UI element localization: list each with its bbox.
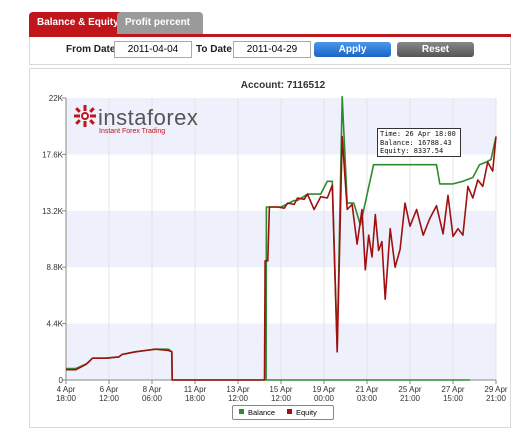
y-tick-label: 13.2K (42, 207, 64, 216)
x-tick-label: 4 Apr 18:00 (56, 385, 77, 403)
logo-tagline: Instant Forex Trading (99, 128, 166, 135)
balance-equity-chart: Account: 7116512 04.4K8.8K13.2K17.6K22K … (42, 80, 508, 403)
legend-swatch-equity (287, 409, 292, 414)
x-axis-ticks: 4 Apr 18:00 6 Apr 12:00 8 Apr 06:00 11 Apr 18:0… (56, 380, 508, 403)
x-tick-label: 19 Apr 00:00 (312, 385, 335, 403)
y-tick-label: 8.8K (47, 263, 64, 272)
tooltip-balance: Balance: 16788.43 (380, 138, 452, 147)
legend-item-balance[interactable]: Balance (239, 408, 275, 418)
instaforex-logo-icon (74, 105, 96, 127)
legend-label-balance: Balance (248, 408, 276, 417)
x-tick-label: 27 Apr 15:00 (441, 385, 464, 403)
x-tick-label: 21 Apr 03:00 (355, 385, 378, 403)
y-tick-label: 22K (49, 94, 64, 103)
tooltip-time: Time: 26 Apr 18:00 (380, 130, 456, 138)
y-tick-label: 4.4K (47, 320, 64, 329)
x-tick-label: 15 Apr 12:00 (269, 385, 292, 403)
tooltip-equity: Equity: 8337.54 (380, 147, 444, 156)
legend-swatch-balance (239, 409, 244, 414)
chart-tooltip: Time: 26 Apr 18:00 Balance: 16788.43 Equ… (377, 128, 461, 157)
legend-label-equity: Equity (296, 408, 317, 417)
chart-legend: Balance Equity (232, 405, 334, 420)
legend-item-equity[interactable]: Equity (287, 408, 317, 418)
x-tick-label: 8 Apr 06:00 (142, 385, 163, 403)
y-tick-label: 0 (59, 376, 64, 385)
y-tick-label: 17.6K (42, 150, 64, 159)
x-tick-label: 11 Apr 18:00 (184, 385, 207, 403)
chart-title: Account: 7116512 (241, 80, 326, 91)
x-tick-label: 25 Apr 21:00 (398, 385, 421, 403)
x-tick-label: 29 Apr 21:00 (484, 385, 507, 403)
x-tick-label: 13 Apr 12:00 (226, 385, 249, 403)
x-tick-label: 6 Apr 12:00 (99, 385, 120, 403)
